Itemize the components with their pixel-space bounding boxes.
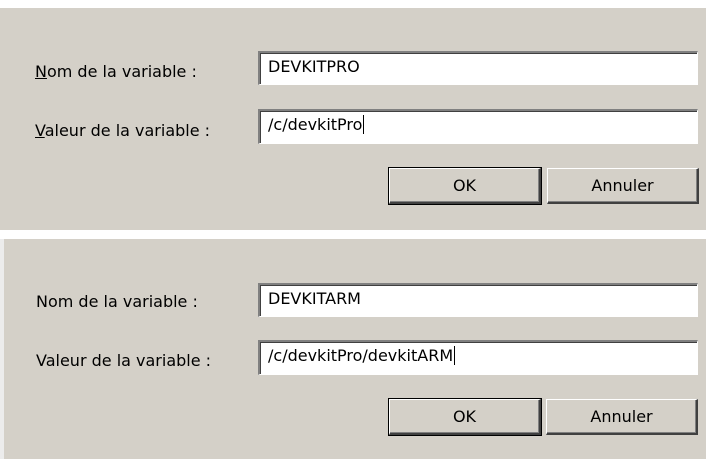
accelerator-n: N — [35, 62, 47, 81]
variable-dialog-devkitpro: Nom de la variable : DEVKITPRO Valeur de… — [0, 8, 706, 230]
variable-name-value: DEVKITARM — [268, 289, 361, 308]
cancel-button[interactable]: Annuler — [547, 168, 699, 204]
variable-dialog-devkitarm: Nom de la variable : DEVKITARM Valeur de… — [0, 239, 706, 459]
variable-value-label: Valeur de la variable : — [35, 121, 210, 141]
variable-value-value: /c/devkitPro/devkitARM — [268, 346, 454, 365]
ok-button[interactable]: OK — [388, 398, 542, 436]
variable-name-label-rest: om de la variable : — [46, 62, 197, 81]
ok-button[interactable]: OK — [388, 167, 542, 205]
variable-value-label-rest: aleur de la variable : — [44, 121, 211, 140]
text-caret — [454, 346, 456, 365]
variable-value-label: Valeur de la variable : — [36, 351, 212, 370]
variable-name-label: Nom de la variable : — [36, 292, 198, 311]
cancel-button[interactable]: Annuler — [546, 399, 698, 435]
variable-name-label: Nom de la variable : — [35, 62, 197, 82]
variable-value-input[interactable]: /c/devkitPro/devkitARM — [258, 340, 698, 375]
variable-name-input[interactable]: DEVKITPRO — [258, 51, 698, 85]
accelerator-v: V — [35, 121, 45, 140]
variable-name-input[interactable]: DEVKITARM — [258, 283, 698, 317]
text-caret — [363, 115, 365, 134]
variable-value-input[interactable]: /c/devkitPro — [258, 109, 698, 144]
variable-name-value: DEVKITPRO — [268, 57, 360, 76]
variable-value-value: /c/devkitPro — [268, 115, 363, 134]
